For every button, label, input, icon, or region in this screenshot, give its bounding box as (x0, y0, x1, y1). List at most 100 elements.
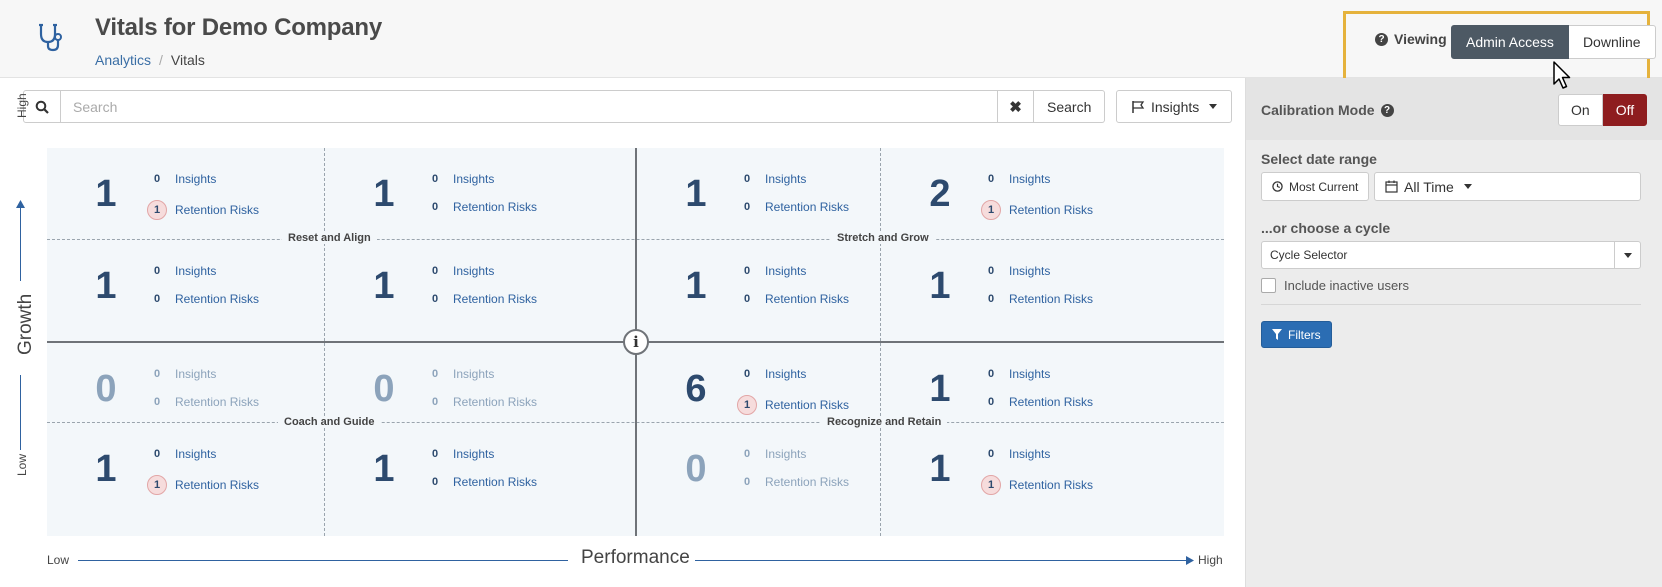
cell-count[interactable]: 1 (369, 447, 399, 491)
cell-risks-row[interactable]: 1 Retention Risks (737, 395, 849, 415)
retention-risks-link[interactable]: Retention Risks (765, 292, 849, 306)
cell-risks-row[interactable]: 0 Retention Risks (737, 475, 849, 489)
cell-count[interactable]: 1 (91, 172, 121, 216)
include-inactive-checkbox[interactable] (1261, 278, 1276, 293)
retention-risks-link[interactable]: Retention Risks (453, 475, 537, 489)
cell-count[interactable]: 2 (925, 172, 955, 216)
vitals-cell[interactable]: 1 0 Insights 1 Retention Risks (47, 148, 341, 245)
cell-insights-row[interactable]: 0 Insights (981, 172, 1050, 186)
vitals-cell[interactable]: 1 0 Insights 0 Retention Risks (325, 423, 619, 520)
vitals-cell[interactable]: 1 0 Insights 0 Retention Risks (47, 240, 341, 337)
cell-risks-row[interactable]: 0 Retention Risks (425, 475, 537, 489)
cell-insights-row[interactable]: 0 Insights (147, 264, 216, 278)
cell-count[interactable]: 6 (681, 367, 711, 411)
insights-link[interactable]: Insights (765, 367, 806, 381)
retention-risks-link[interactable]: Retention Risks (175, 203, 259, 217)
cell-insights-row[interactable]: 0 Insights (147, 172, 216, 186)
date-range-dropdown[interactable]: All Time (1374, 172, 1641, 201)
search-button[interactable]: Search (1034, 90, 1106, 123)
cell-risks-row[interactable]: 0 Retention Risks (981, 292, 1093, 306)
insights-link[interactable]: Insights (765, 447, 806, 461)
retention-risks-link[interactable]: Retention Risks (765, 475, 849, 489)
retention-risks-link[interactable]: Retention Risks (765, 200, 849, 214)
vitals-cell[interactable]: 1 0 Insights 0 Retention Risks (325, 240, 619, 337)
calibration-off-button[interactable]: Off (1602, 94, 1648, 126)
cell-risks-row[interactable]: 0 Retention Risks (981, 395, 1093, 409)
cell-risks-row[interactable]: 0 Retention Risks (147, 292, 259, 306)
cell-risks-row[interactable]: 0 Retention Risks (737, 292, 849, 306)
insights-link[interactable]: Insights (175, 447, 216, 461)
vitals-cell[interactable]: 1 0 Insights 0 Retention Risks (881, 240, 1175, 337)
insights-link[interactable]: Insights (453, 367, 494, 381)
vitals-cell[interactable]: 1 0 Insights 0 Retention Risks (325, 148, 619, 245)
retention-risks-link[interactable]: Retention Risks (175, 478, 259, 492)
cell-risks-row[interactable]: 0 Retention Risks (737, 200, 849, 214)
cell-count[interactable]: 1 (91, 264, 121, 308)
insights-link[interactable]: Insights (453, 447, 494, 461)
cell-count[interactable]: 1 (681, 264, 711, 308)
retention-risks-link[interactable]: Retention Risks (453, 292, 537, 306)
admin-access-button[interactable]: Admin Access (1451, 25, 1569, 59)
cell-count[interactable]: 0 (681, 447, 711, 491)
filters-button[interactable]: Filters (1261, 321, 1332, 348)
insights-link[interactable]: Insights (765, 172, 806, 186)
calibration-on-button[interactable]: On (1558, 94, 1603, 126)
cell-count[interactable]: 0 (369, 367, 399, 411)
vitals-cell[interactable]: 1 0 Insights 1 Retention Risks (47, 423, 341, 520)
question-circle-icon[interactable]: ? (1380, 103, 1394, 117)
cell-insights-row[interactable]: 0 Insights (425, 264, 494, 278)
insights-link[interactable]: Insights (453, 172, 494, 186)
insights-link[interactable]: Insights (765, 264, 806, 278)
retention-risks-link[interactable]: Retention Risks (765, 398, 849, 412)
cell-count[interactable]: 1 (925, 367, 955, 411)
cell-risks-row[interactable]: 0 Retention Risks (425, 200, 537, 214)
cell-count[interactable]: 1 (91, 447, 121, 491)
cell-risks-row[interactable]: 1 Retention Risks (981, 475, 1093, 495)
retention-risks-link[interactable]: Retention Risks (1009, 203, 1093, 217)
cell-count[interactable]: 1 (925, 447, 955, 491)
cell-insights-row[interactable]: 0 Insights (737, 447, 806, 461)
cell-risks-row[interactable]: 1 Retention Risks (147, 200, 259, 220)
insights-dropdown[interactable]: Insights (1116, 90, 1233, 123)
insights-link[interactable]: Insights (1009, 367, 1050, 381)
cell-insights-row[interactable]: 0 Insights (981, 367, 1050, 381)
cell-risks-row[interactable]: 1 Retention Risks (147, 475, 259, 495)
clear-search-button[interactable]: ✖ (998, 90, 1034, 123)
question-circle-icon[interactable]: ? (1375, 32, 1388, 46)
insights-link[interactable]: Insights (1009, 264, 1050, 278)
cell-insights-row[interactable]: 0 Insights (981, 264, 1050, 278)
cycle-dropdown-toggle[interactable] (1614, 242, 1640, 268)
cell-insights-row[interactable]: 0 Insights (981, 447, 1050, 461)
cell-insights-row[interactable]: 0 Insights (737, 264, 806, 278)
vitals-cell[interactable]: 2 0 Insights 1 Retention Risks (881, 148, 1175, 245)
cell-risks-row[interactable]: 0 Retention Risks (425, 395, 537, 409)
cell-count[interactable]: 0 (91, 367, 121, 411)
cell-risks-row[interactable]: 1 Retention Risks (981, 200, 1093, 220)
cell-insights-row[interactable]: 0 Insights (425, 447, 494, 461)
breadcrumb-analytics-link[interactable]: Analytics (95, 52, 151, 68)
retention-risks-link[interactable]: Retention Risks (1009, 478, 1093, 492)
cycle-selector[interactable]: Cycle Selector (1261, 241, 1641, 269)
most-current-button[interactable]: Most Current (1261, 172, 1370, 201)
retention-risks-link[interactable]: Retention Risks (1009, 292, 1093, 306)
insights-link[interactable]: Insights (1009, 447, 1050, 461)
cell-insights-row[interactable]: 0 Insights (737, 367, 806, 381)
cell-risks-row[interactable]: 0 Retention Risks (147, 395, 259, 409)
downline-button[interactable]: Downline (1568, 25, 1656, 59)
cell-insights-row[interactable]: 0 Insights (425, 172, 494, 186)
retention-risks-link[interactable]: Retention Risks (453, 395, 537, 409)
insights-link[interactable]: Insights (175, 367, 216, 381)
cell-risks-row[interactable]: 0 Retention Risks (425, 292, 537, 306)
cell-insights-row[interactable]: 0 Insights (147, 367, 216, 381)
insights-link[interactable]: Insights (1009, 172, 1050, 186)
vitals-cell[interactable]: 1 0 Insights 1 Retention Risks (881, 423, 1175, 520)
cell-count[interactable]: 1 (925, 264, 955, 308)
retention-risks-link[interactable]: Retention Risks (175, 395, 259, 409)
cell-count[interactable]: 1 (369, 264, 399, 308)
insights-link[interactable]: Insights (453, 264, 494, 278)
retention-risks-link[interactable]: Retention Risks (1009, 395, 1093, 409)
cell-count[interactable]: 1 (369, 172, 399, 216)
retention-risks-link[interactable]: Retention Risks (175, 292, 259, 306)
search-input[interactable] (61, 90, 998, 123)
cell-insights-row[interactable]: 0 Insights (147, 447, 216, 461)
